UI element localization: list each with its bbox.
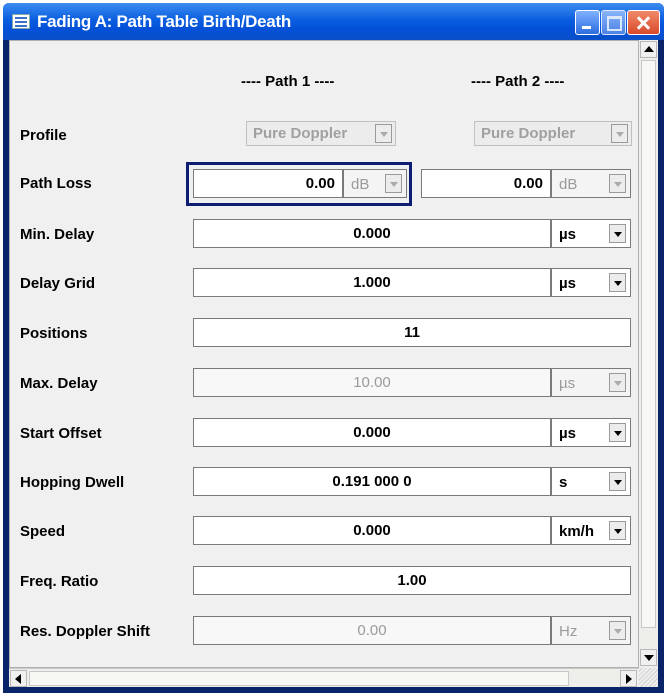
chevron-down-icon xyxy=(609,621,626,640)
path1-profile-value: Pure Doppler xyxy=(253,125,348,142)
start-offset-input[interactable]: 0.000 xyxy=(193,418,551,447)
scroll-up-icon[interactable] xyxy=(640,41,657,58)
dialog-window: Fading A: Path Table Birth/Death ---- Pa… xyxy=(3,3,664,693)
vertical-scroll-thumb[interactable] xyxy=(641,60,656,628)
speed-label: Speed xyxy=(20,523,66,540)
chevron-down-icon xyxy=(609,174,626,193)
close-button[interactable] xyxy=(627,10,660,35)
path1-path-loss-unit-select: dB xyxy=(343,169,407,198)
chevron-down-icon[interactable] xyxy=(609,273,626,292)
start-offset-unit: µs xyxy=(559,425,576,442)
path1-path-loss-unit: dB xyxy=(351,176,370,193)
res-doppler-shift-label: Res. Doppler Shift xyxy=(20,623,151,640)
path-table-panel: ---- Path 1 ---- ---- Path 2 ---- Profil… xyxy=(9,40,639,668)
res-doppler-shift-unit: Hz xyxy=(559,623,578,640)
hopping-dwell-unit: s xyxy=(559,474,568,491)
path1-path-loss-input[interactable]: 0.00 xyxy=(193,169,343,198)
freq-ratio-input[interactable]: 1.00 xyxy=(193,566,631,595)
horizontal-scrollbar[interactable] xyxy=(9,668,639,687)
start-offset-label: Start Offset xyxy=(20,425,102,442)
scroll-down-icon[interactable] xyxy=(640,649,657,666)
path1-header: ---- Path 1 ---- xyxy=(241,73,335,90)
delay-grid-unit: µs xyxy=(559,275,576,292)
max-delay-label: Max. Delay xyxy=(20,375,98,392)
path2-header: ---- Path 2 ---- xyxy=(471,73,565,90)
min-delay-unit: µs xyxy=(559,226,576,243)
vertical-scrollbar[interactable] xyxy=(639,40,658,668)
start-offset-unit-select[interactable]: µs xyxy=(551,418,631,447)
delay-grid-label: Delay Grid xyxy=(20,275,96,292)
max-delay-unit: µs xyxy=(559,375,576,392)
min-delay-unit-select[interactable]: µs xyxy=(551,219,631,248)
positions-input[interactable]: 11 xyxy=(193,318,631,347)
size-grip[interactable] xyxy=(639,668,658,687)
chevron-down-icon[interactable] xyxy=(609,521,626,540)
res-doppler-shift-unit-select: Hz xyxy=(551,616,631,645)
res-doppler-shift-input: 0.00 xyxy=(193,616,551,645)
scroll-left-icon[interactable] xyxy=(10,670,27,687)
chevron-down-icon xyxy=(375,124,392,143)
freq-ratio-label: Freq. Ratio xyxy=(20,573,99,590)
hopping-dwell-unit-select[interactable]: s xyxy=(551,467,631,496)
minimize-button[interactable] xyxy=(575,10,600,35)
positions-label: Positions xyxy=(20,325,88,342)
path2-path-loss-unit-select: dB xyxy=(551,169,631,198)
max-delay-unit-select: µs xyxy=(551,368,631,397)
scroll-right-icon[interactable] xyxy=(620,670,637,687)
chevron-down-icon[interactable] xyxy=(609,472,626,491)
path2-path-loss-unit: dB xyxy=(559,176,578,193)
chevron-down-icon xyxy=(611,124,628,143)
delay-grid-unit-select[interactable]: µs xyxy=(551,268,631,297)
min-delay-label: Min. Delay xyxy=(20,226,95,243)
path2-profile-select: Pure Doppler xyxy=(474,121,632,146)
min-delay-input[interactable]: 0.000 xyxy=(193,219,551,248)
chevron-down-icon xyxy=(609,373,626,392)
maximize-button xyxy=(601,10,626,35)
chevron-down-icon[interactable] xyxy=(609,423,626,442)
speed-input[interactable]: 0.000 xyxy=(193,516,551,545)
chevron-down-icon[interactable] xyxy=(609,224,626,243)
window-title: Fading A: Path Table Birth/Death xyxy=(37,12,291,31)
window-menu-icon[interactable] xyxy=(12,14,30,29)
path2-path-loss-input[interactable]: 0.00 xyxy=(421,169,551,198)
horizontal-scroll-thumb[interactable] xyxy=(29,671,569,686)
path2-profile-value: Pure Doppler xyxy=(481,125,576,142)
profile-label: Profile xyxy=(20,127,67,144)
delay-grid-input[interactable]: 1.000 xyxy=(193,268,551,297)
path-loss-label: Path Loss xyxy=(20,175,92,192)
speed-unit-select[interactable]: km/h xyxy=(551,516,631,545)
hopping-dwell-input[interactable]: 0.191 000 0 xyxy=(193,467,551,496)
chevron-down-icon xyxy=(385,174,402,193)
dialog-content: ---- Path 1 ---- ---- Path 2 ---- Profil… xyxy=(9,40,658,687)
max-delay-input: 10.00 xyxy=(193,368,551,397)
path1-profile-select: Pure Doppler xyxy=(246,121,396,146)
hopping-dwell-label: Hopping Dwell xyxy=(20,474,125,491)
speed-unit: km/h xyxy=(559,523,595,540)
title-bar[interactable]: Fading A: Path Table Birth/Death xyxy=(3,3,664,40)
